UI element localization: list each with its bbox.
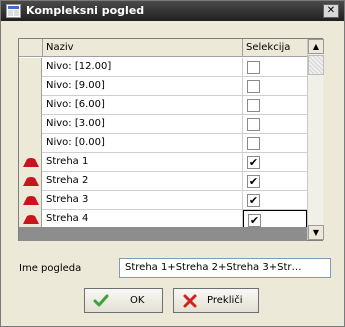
checkbox-unchecked[interactable] [247,61,260,74]
column-header-selection[interactable]: Selekcija [243,39,307,57]
row-header[interactable] [19,115,42,134]
layers-grid: Naziv Selekcija Nivo: [12.00] Nivo: [9.00… [18,38,324,241]
grid-header: Naziv Selekcija [19,39,307,57]
row-header-corner [19,39,43,57]
window-title: Kompleksni pogled [26,4,145,17]
column-header-name[interactable]: Naziv [43,39,243,57]
table-row[interactable]: Nivo: [9.00] [19,77,307,96]
roof-icon [23,215,39,224]
cancel-x-icon [183,294,197,308]
table-row[interactable]: Nivo: [12.00] [19,58,307,77]
row-header[interactable] [19,153,42,172]
table-row[interactable]: Streha 3 ✔ [19,191,307,210]
dialog-window: Kompleksni pogled ✕ Naziv Selekcija Nivo… [0,0,345,327]
row-header[interactable] [19,134,42,153]
ok-button[interactable]: OK [84,288,163,313]
table-row[interactable]: Nivo: [3.00] [19,115,307,134]
table-row[interactable]: Streha 1 ✔ [19,153,307,172]
checkmark-icon [93,294,109,307]
checkbox-checked[interactable]: ✔ [248,214,261,227]
roof-icon [23,177,39,186]
cancel-button-label: Prekliči [207,295,243,306]
ok-button-label: OK [130,295,145,306]
row-name[interactable]: Nivo: [3.00] [43,115,243,134]
selection-cell[interactable] [243,96,307,115]
row-name[interactable]: Nivo: [0.00] [43,134,243,153]
selection-cell[interactable]: ✔ [243,172,307,191]
selection-cell[interactable] [243,115,307,134]
checkbox-checked[interactable]: ✔ [247,156,260,169]
table-row[interactable]: Nivo: [6.00] [19,96,307,115]
row-name[interactable]: Streha 3 [43,191,243,210]
close-button[interactable]: ✕ [323,4,339,18]
row-name[interactable]: Nivo: [6.00] [43,96,243,115]
vertical-scrollbar[interactable]: ▲ ▼ [307,39,324,240]
selection-cell[interactable] [243,58,307,77]
checkbox-checked[interactable]: ✔ [247,194,260,207]
scroll-down-button[interactable]: ▼ [308,225,324,240]
row-name[interactable]: Nivo: [12.00] [43,58,243,77]
row-name[interactable]: Nivo: [9.00] [43,77,243,96]
scroll-up-button[interactable]: ▲ [308,39,324,54]
selection-cell[interactable] [243,77,307,96]
view-name-label: Ime pogleda [19,263,82,274]
table-row[interactable]: Streha 2 ✔ [19,172,307,191]
row-name[interactable]: Streha 2 [43,172,243,191]
checkbox-unchecked[interactable] [247,80,260,93]
row-header[interactable] [19,58,42,77]
row-header[interactable] [19,96,42,115]
checkbox-unchecked[interactable] [247,137,260,150]
row-name[interactable]: Streha 1 [43,153,243,172]
checkbox-checked[interactable]: ✔ [247,175,260,188]
cancel-button[interactable]: Prekliči [173,288,259,313]
table-row[interactable]: Nivo: [0.00] [19,134,307,153]
checkbox-unchecked[interactable] [247,118,260,131]
selection-cell[interactable]: ✔ [243,191,307,210]
checkbox-unchecked[interactable] [247,99,260,112]
selection-cell[interactable]: ✔ [243,153,307,172]
row-header[interactable] [19,77,42,96]
grid-empty-area [19,227,307,241]
title-bar[interactable]: Kompleksni pogled ✕ [1,1,344,21]
view-name-input[interactable]: Streha 1+Streha 2+Streha 3+Str… [119,258,331,278]
scroll-thumb[interactable] [308,55,324,75]
selection-cell[interactable] [243,134,307,153]
app-icon [6,4,21,18]
roof-icon [23,196,39,205]
roof-icon [23,158,39,167]
row-header[interactable] [19,191,42,210]
row-header[interactable] [19,172,42,191]
